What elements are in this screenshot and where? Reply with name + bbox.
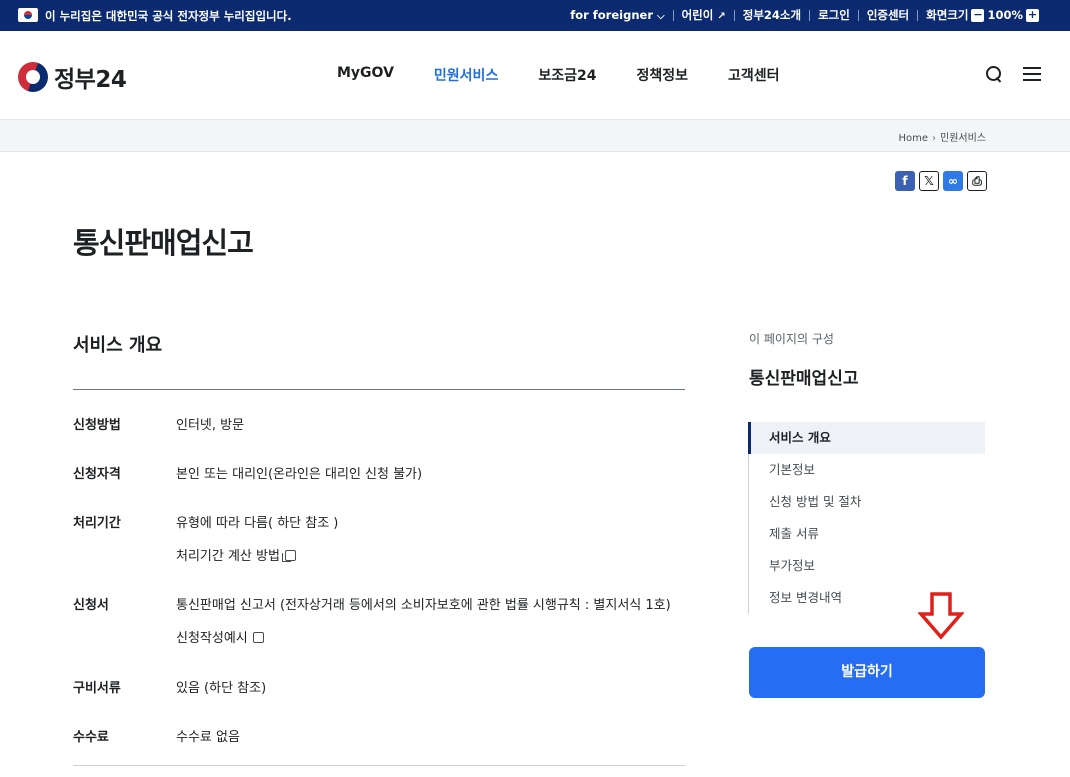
toc-item-overview[interactable]: 서비스 개요 [748, 422, 985, 454]
print-icon[interactable]: ⎙ [967, 171, 987, 191]
for-foreigner-link[interactable]: for foreigner ⌵ [570, 8, 664, 22]
popup-window-icon [281, 550, 296, 562]
chevron-right-icon: › [932, 133, 936, 144]
hamburger-menu-icon[interactable] [1023, 67, 1041, 81]
external-link-icon: ↗ [717, 11, 726, 22]
korea-flag-icon [18, 8, 38, 22]
facebook-icon[interactable]: f [895, 171, 915, 191]
breadcrumb-current[interactable]: 민원서비스 [940, 133, 986, 144]
zoom-value: 100% [987, 8, 1023, 22]
share-tools: f 𝕏 ∞ ⎙ [895, 171, 987, 191]
info-label: 신청방법 [73, 418, 121, 433]
table-bottom-divider [73, 765, 685, 766]
x-twitter-icon[interactable]: 𝕏 [919, 171, 939, 191]
link-copy-icon[interactable]: ∞ [943, 171, 963, 191]
section-title: 서비스 개요 [73, 335, 163, 356]
toc-label: 이 페이지의 구성 [749, 332, 834, 346]
toc-item-basic-info[interactable]: 기본정보 [749, 454, 985, 486]
info-value: 통신판매업 신고서 (전자상거래 등에서의 소비자보호에 관한 법률 시행규칙 … [176, 598, 671, 613]
header-actions [985, 65, 1041, 83]
nav-policy-info[interactable]: 정책정보 [636, 65, 688, 85]
info-label: 구비서류 [73, 681, 121, 696]
toc-title: 통신판매업신고 [749, 369, 859, 389]
info-value: 본인 또는 대리인(온라인은 대리인 신청 불가) [176, 467, 423, 482]
toc-item-procedure[interactable]: 신청 방법 및 절차 [749, 486, 985, 518]
breadcrumb-home[interactable]: Home [898, 133, 928, 144]
utility-links: for foreigner ⌵ 어린이 ↗ 정부24소개 로그인 인증센터 화면크기… [570, 7, 1042, 23]
info-value: 있음 (하단 참조) [176, 681, 267, 696]
taeguk-logo-icon [18, 62, 48, 92]
divider [672, 9, 674, 21]
search-icon[interactable] [985, 65, 1003, 83]
login-link[interactable]: 로그인 [818, 7, 850, 23]
menu-bar [1023, 73, 1041, 75]
divider [809, 9, 811, 21]
info-label: 신청자격 [73, 467, 121, 482]
info-label: 처리기간 [73, 516, 121, 531]
top-utility-bar: 이 누리집은 대한민국 공식 전자정부 누리집입니다. for foreigne… [0, 0, 1070, 31]
zoom-out-button[interactable]: − [971, 8, 985, 22]
issue-button[interactable]: 발급하기 [749, 647, 985, 698]
toc-item-additional-info[interactable]: 부가정보 [749, 550, 985, 582]
info-value: 인터넷, 방문 [176, 418, 245, 433]
intro-link[interactable]: 정부24소개 [743, 7, 801, 23]
down-arrow-icon [918, 592, 964, 640]
nav-customer-center[interactable]: 고객센터 [728, 65, 780, 85]
page-toc: 서비스 개요 기본정보 신청 방법 및 절차 제출 서류 부가정보 정보 변경내… [748, 422, 985, 614]
info-label: 수수료 [73, 730, 109, 745]
zoom-in-button[interactable]: + [1026, 8, 1039, 22]
toc-item-documents[interactable]: 제출 서류 [749, 518, 985, 550]
logo-text: 정부24 [54, 67, 127, 93]
nav-subsidy24[interactable]: 보조금24 [538, 65, 596, 85]
nav-civil-service[interactable]: 민원서비스 [434, 65, 498, 85]
section-divider [73, 389, 685, 390]
divider [917, 9, 919, 21]
info-value: 수수료 없음 [176, 730, 240, 745]
menu-bar [1023, 67, 1041, 69]
chevron-down-icon: ⌵ [657, 11, 665, 22]
page-title: 통신판매업신고 [73, 226, 254, 260]
application-example-link[interactable]: 신청작성예시 [176, 627, 264, 646]
info-label: 신청서 [73, 598, 109, 613]
official-site-notice[interactable]: 이 누리집은 대한민국 공식 전자정부 누리집입니다. [45, 8, 292, 24]
gov24-logo[interactable]: 정부24 [18, 60, 127, 94]
cert-center-link[interactable]: 인증센터 [867, 7, 909, 23]
menu-bar [1023, 79, 1041, 81]
processing-time-calc-link[interactable]: 처리기간 계산 방법 [176, 545, 296, 564]
site-header: 정부24 MyGOV 민원서비스 보조금24 정책정보 고객센터 [0, 31, 1070, 119]
info-value: 유형에 따라 다름( 하단 참조 ) [176, 516, 339, 531]
external-link-icon [252, 632, 264, 643]
zoom-label: 화면크기 [926, 8, 969, 22]
nav-mygov[interactable]: MyGOV [337, 65, 394, 85]
divider [733, 9, 735, 21]
breadcrumb: Home › 민원서비스 [898, 129, 986, 144]
breadcrumb-bar: Home › 민원서비스 [0, 119, 1070, 152]
divider [857, 9, 859, 21]
kids-link[interactable]: 어린이 ↗ [682, 7, 726, 23]
main-nav: MyGOV 민원서비스 보조금24 정책정보 고객센터 [337, 65, 820, 85]
